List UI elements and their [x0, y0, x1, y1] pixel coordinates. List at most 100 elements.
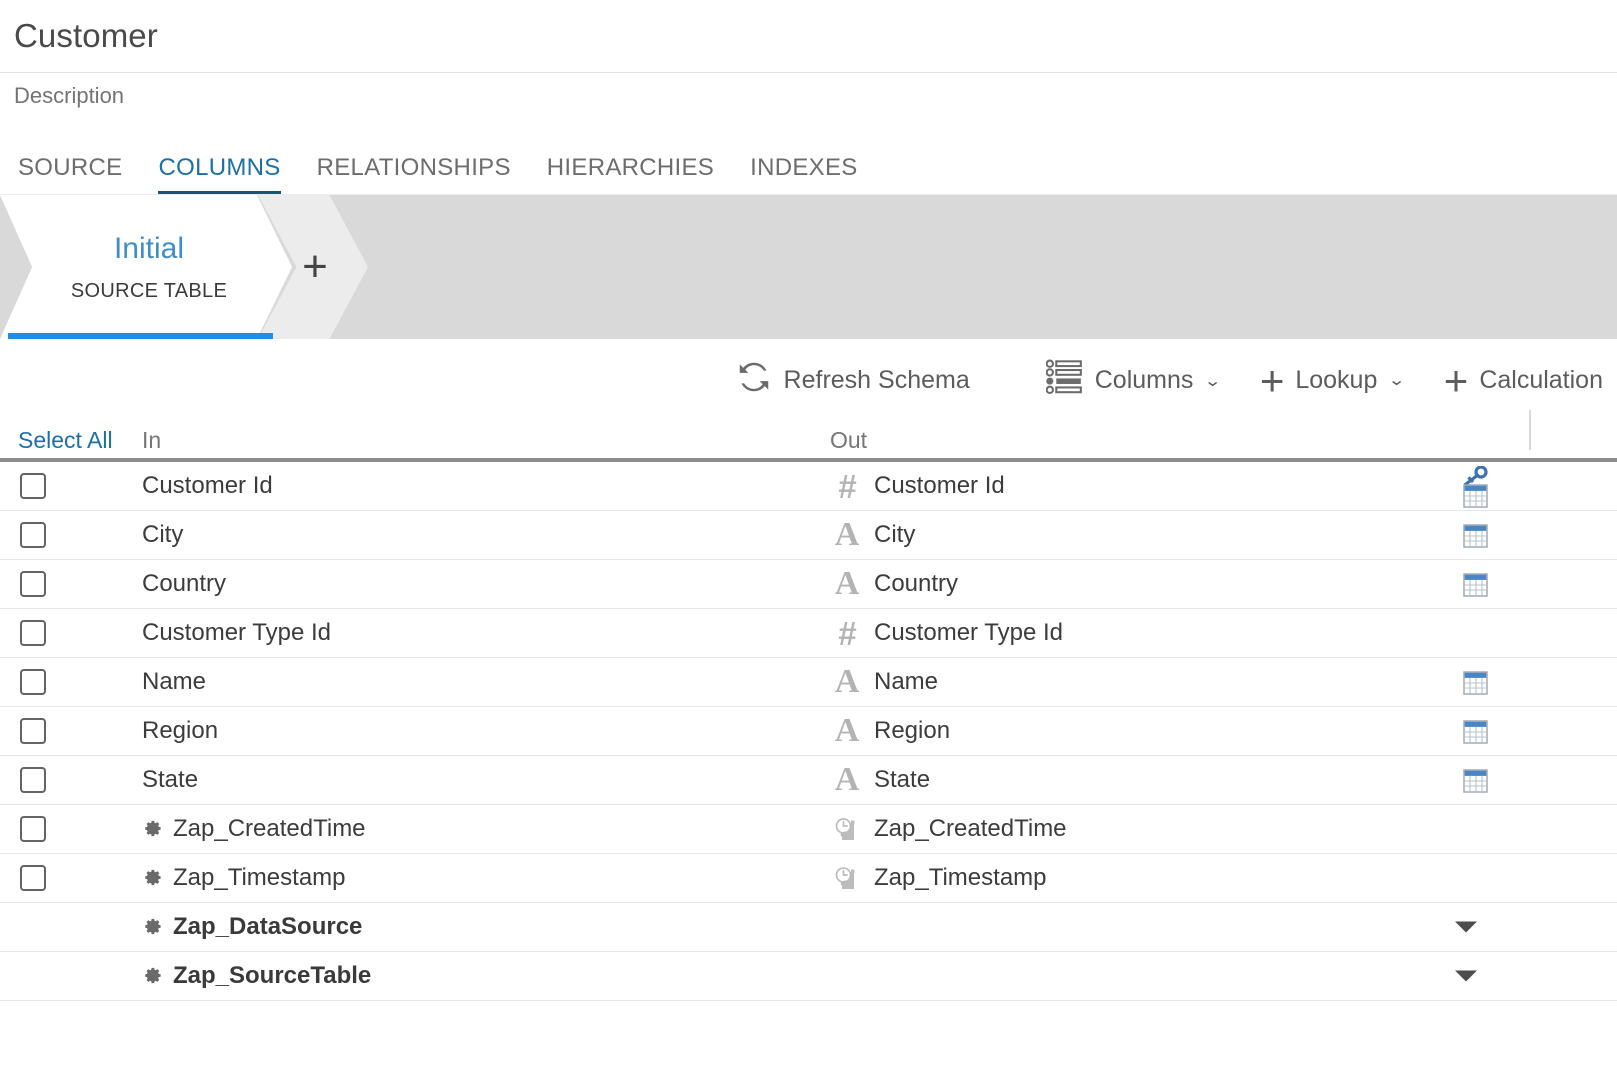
stage-title: Initial [114, 232, 184, 266]
columns-button[interactable]: Columns ⌄ [1046, 359, 1220, 402]
row-checkbox-cell[interactable] [0, 718, 142, 744]
table-row[interactable]: Zap_SourceTable [0, 952, 1617, 1001]
source-table-icon [1463, 524, 1488, 548]
gear-icon [144, 966, 164, 986]
title-bar: Customer [0, 0, 1617, 73]
tab-indexes[interactable]: INDEXES [750, 154, 857, 194]
cell-out-label: Country [874, 570, 958, 598]
page-title: Customer [14, 17, 158, 55]
row-checkbox-cell[interactable] [0, 571, 142, 597]
description-bar: Description [0, 73, 1617, 119]
gear-icon [144, 868, 164, 888]
text-type-icon: A [830, 567, 864, 601]
table-row[interactable]: Region A Region [0, 707, 1617, 756]
plus-icon-calculation: + [1444, 366, 1469, 395]
column-header-out-label: Out [830, 427, 867, 453]
row-checkbox-cell[interactable] [0, 816, 142, 842]
source-table-icon [1463, 671, 1488, 695]
row-checkbox[interactable] [20, 718, 46, 744]
row-checkbox[interactable] [20, 669, 46, 695]
cell-out: Zap_Timestamp [830, 863, 1617, 893]
cell-in-label: Zap_SourceTable [173, 962, 371, 990]
tab-relationships[interactable]: RELATIONSHIPS [317, 154, 511, 194]
text-type-icon: A [830, 518, 864, 552]
row-checkbox-cell[interactable] [0, 865, 142, 891]
text-type-icon: A [830, 714, 864, 748]
row-dropdown-arrow-icon[interactable] [1455, 971, 1477, 982]
row-checkbox[interactable] [20, 571, 46, 597]
column-header-in-label: In [142, 427, 161, 453]
cell-out-label: Name [874, 668, 938, 696]
number-type-icon: # [830, 470, 864, 503]
cell-in-label: Country [142, 570, 226, 598]
column-header-out: Out [830, 427, 1617, 454]
row-checkbox-cell[interactable] [0, 767, 142, 793]
cell-out-label: State [874, 766, 930, 794]
cell-out-label: City [874, 521, 915, 549]
cell-in: State [142, 766, 830, 794]
row-checkbox[interactable] [20, 473, 46, 499]
refresh-icon [735, 358, 773, 403]
cell-in: Zap_SourceTable [142, 962, 830, 990]
cell-out-label: Zap_Timestamp [874, 864, 1047, 892]
row-checkbox-cell[interactable] [0, 669, 142, 695]
text-type-icon: A [830, 665, 864, 699]
calculation-label: Calculation [1479, 366, 1603, 395]
table-row[interactable]: Country A Country [0, 560, 1617, 609]
cell-in: Country [142, 570, 830, 598]
table-row[interactable]: CityACity [0, 511, 1617, 560]
cell-out-label: Region [874, 717, 950, 745]
datetime-type-icon [830, 814, 864, 844]
description-text: Description [14, 83, 124, 109]
cell-in: Zap_DataSource [142, 913, 830, 941]
table-row[interactable]: NameAName [0, 658, 1617, 707]
table-row[interactable]: StateAState [0, 756, 1617, 805]
select-all-cell[interactable]: Select All [0, 427, 142, 454]
cell-in-label: State [142, 766, 198, 794]
row-checkbox[interactable] [20, 816, 46, 842]
chevron-down-icon[interactable]: ⌄ [1204, 371, 1222, 391]
datetime-icon [832, 863, 862, 893]
stage-active-underline [8, 333, 273, 339]
row-checkbox[interactable] [20, 522, 46, 548]
tab-source[interactable]: SOURCE [18, 154, 122, 194]
column-header-in: In [142, 427, 830, 454]
cell-in: City [142, 521, 830, 549]
row-checkbox[interactable] [20, 865, 46, 891]
cell-out-label: Customer Id [874, 472, 1005, 500]
refresh-schema-label: Refresh Schema [784, 366, 970, 395]
row-checkbox[interactable] [20, 620, 46, 646]
lookup-button[interactable]: + Lookup ⌄ [1260, 366, 1404, 395]
cell-in-label: Customer Id [142, 472, 273, 500]
cell-in-label: Region [142, 717, 218, 745]
chevron-down-icon-lookup[interactable]: ⌄ [1388, 370, 1406, 390]
cell-in-label: Customer Type Id [142, 619, 331, 647]
row-dropdown-arrow-icon[interactable] [1455, 922, 1477, 933]
refresh-schema-button[interactable]: Refresh Schema [735, 358, 970, 403]
stage-initial-content[interactable]: Initial SOURCE TABLE [0, 195, 292, 339]
grid-toolbar: Refresh Schema Columns ⌄ + Lookup ⌄ + Ca… [0, 339, 1617, 422]
row-checkbox[interactable] [20, 767, 46, 793]
table-row[interactable]: Zap_DataSource [0, 903, 1617, 952]
select-all-link[interactable]: Select All [18, 427, 113, 453]
primary-key-icon [1462, 466, 1488, 486]
tab-columns[interactable]: COLUMNS [158, 154, 280, 194]
row-checkbox-cell[interactable] [0, 620, 142, 646]
cell-in: Zap_CreatedTime [142, 815, 830, 843]
table-row[interactable]: Zap_CreatedTimeZap_CreatedTime [0, 805, 1617, 854]
source-table-icon [1463, 573, 1488, 597]
cell-in: Customer Type Id [142, 619, 830, 647]
table-row[interactable]: Zap_TimestampZap_Timestamp [0, 854, 1617, 903]
cell-out-label: Customer Type Id [874, 619, 1063, 647]
calculation-button[interactable]: + Calculation [1444, 366, 1603, 395]
table-row[interactable]: Customer Type Id#Customer Type Id [0, 609, 1617, 658]
row-source-indicator [1445, 707, 1505, 756]
datetime-type-icon [830, 863, 864, 893]
cell-in: Name [142, 668, 830, 696]
lookup-label: Lookup [1295, 366, 1377, 395]
cell-in: Region [142, 717, 830, 745]
tab-hierarchies[interactable]: HIERARCHIES [547, 154, 714, 194]
row-checkbox-cell[interactable] [0, 473, 142, 499]
table-row[interactable]: Customer Id # Customer Id [0, 462, 1617, 511]
row-checkbox-cell[interactable] [0, 522, 142, 548]
